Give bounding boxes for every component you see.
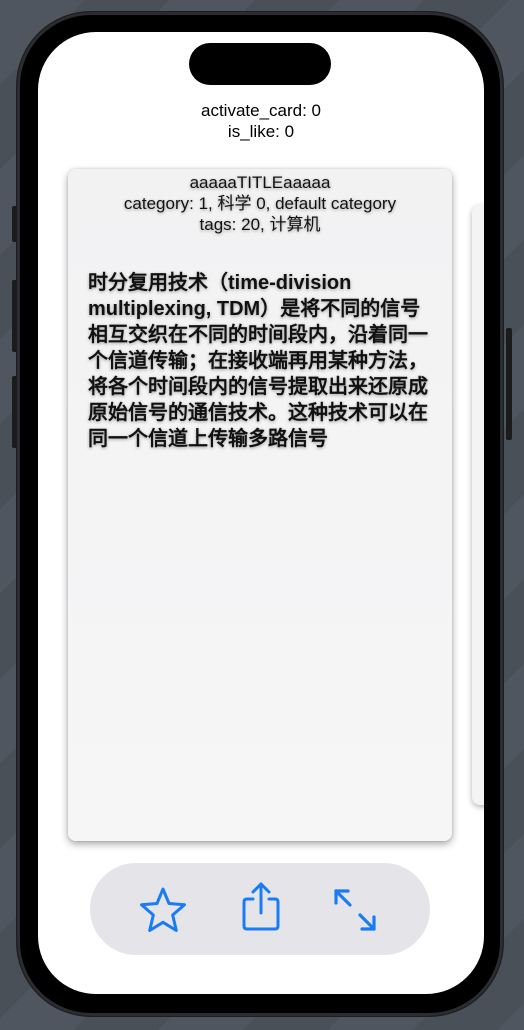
flash-card[interactable]: aaaaaTITLEaaaaa category: 1, 科学 0, defau… [68, 169, 452, 841]
like-button[interactable] [138, 885, 188, 935]
card-title: aaaaaTITLEaaaaa [189, 173, 331, 192]
phone-power-button [506, 328, 512, 440]
expand-button[interactable] [330, 885, 380, 935]
card-tags: tags: 20, 计算机 [199, 215, 321, 234]
expand-icon [330, 885, 380, 935]
dynamic-island [189, 43, 331, 85]
star-icon [138, 885, 188, 935]
card-header: aaaaaTITLEaaaaa category: 1, 科学 0, defau… [68, 172, 452, 235]
is-like-label: is_like: 0 [227, 122, 295, 141]
phone-screen: activate_card: 0 is_like: 0 aaaaaTITLEaa… [38, 32, 484, 994]
card-content: 时分复用技术（time-division multiplexing, TDM）是… [88, 272, 428, 450]
card-category: category: 1, 科学 0, default category [123, 194, 397, 213]
activate-card-label: activate_card: 0 [200, 101, 321, 120]
share-icon [238, 879, 284, 933]
bottom-toolbar [90, 863, 430, 955]
next-card-peek[interactable] [472, 205, 484, 805]
share-button[interactable] [236, 881, 286, 931]
debug-status: activate_card: 0 is_like: 0 [38, 100, 484, 142]
